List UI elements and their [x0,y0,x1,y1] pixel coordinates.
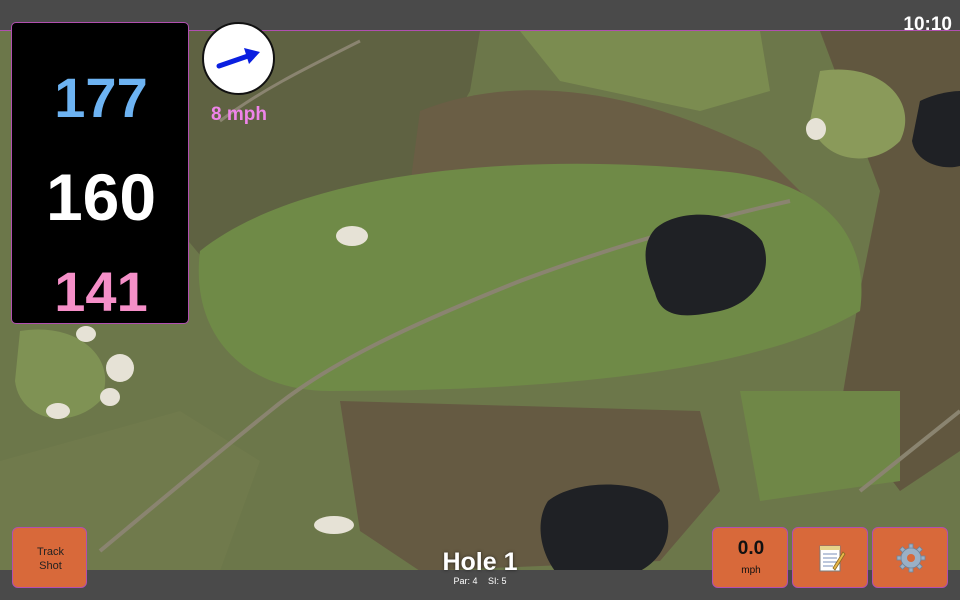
distance-panel: 177 160 141 [11,22,189,324]
track-shot-button[interactable]: Track Shot [12,527,87,588]
distance-middle: 160 [45,160,157,234]
speed-unit: mph [741,565,761,576]
hole-info: Par: 4 SI: 5 [400,576,560,586]
notes-button[interactable] [792,527,868,588]
speed-value: 0.0 [737,538,765,559]
distance-back: 177 [54,66,148,129]
wind-indicator [202,22,275,95]
notepad-icon [819,545,846,572]
track-shot-label-line1: Track [36,546,65,558]
arrow-right-icon [216,48,260,69]
hole-par: Par: 4 [453,576,478,586]
hole-title: Hole 1 [442,548,518,576]
settings-button[interactable] [872,527,948,588]
speed-button[interactable]: 0.0 mph [712,527,788,588]
track-shot-label-line2: Shot [39,560,62,572]
distance-front: 141 [54,260,148,323]
gear-icon [896,543,926,573]
wind-speed: 8 mph [211,104,267,125]
hole-stroke-index: SI: 5 [488,576,507,586]
